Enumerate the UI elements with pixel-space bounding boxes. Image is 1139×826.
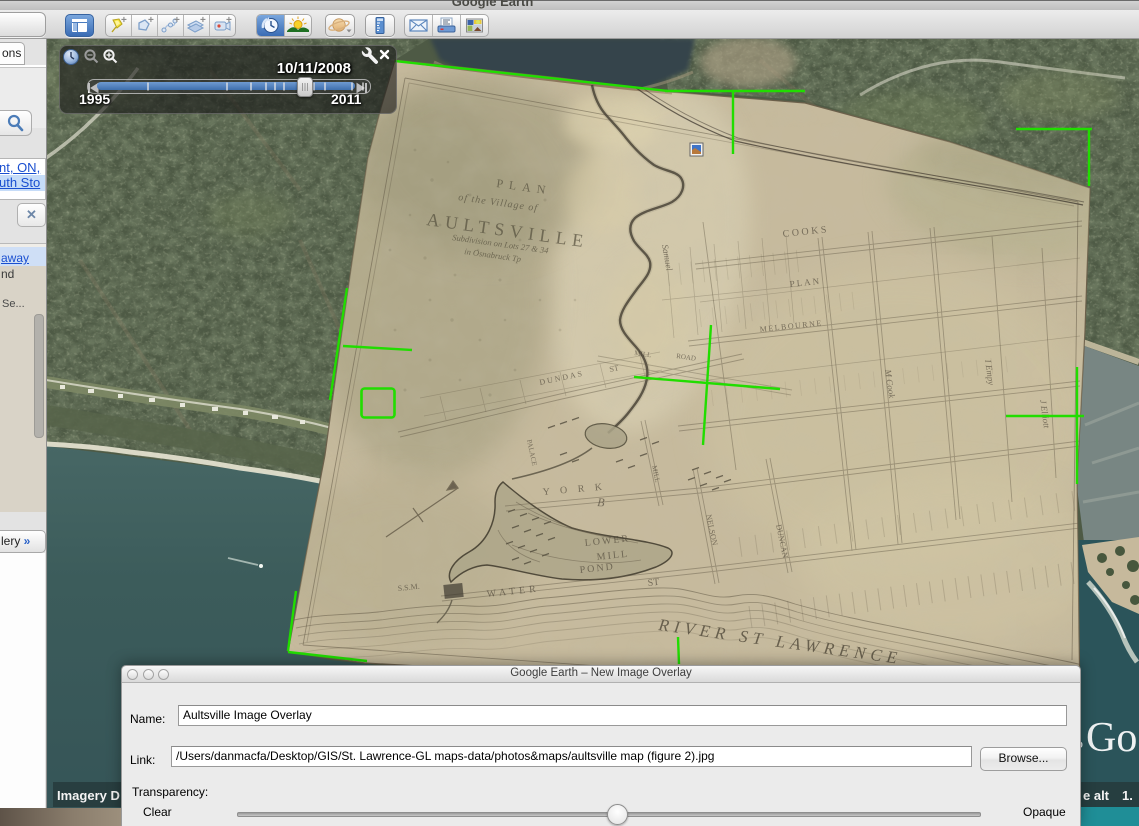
svg-text:ST: ST xyxy=(647,577,660,589)
svg-text:e alt: e alt xyxy=(1083,788,1110,803)
svg-text:+: + xyxy=(121,15,127,26)
svg-text:+: + xyxy=(148,15,154,26)
svg-text:+: + xyxy=(226,15,232,26)
svg-text:+: + xyxy=(174,15,180,26)
svg-text:ST: ST xyxy=(609,363,620,374)
svg-text:+: + xyxy=(200,15,206,26)
svg-text:Google: Google xyxy=(1086,715,1139,761)
svg-text:Imagery D: Imagery D xyxy=(57,788,120,803)
svg-text:1.: 1. xyxy=(1122,788,1133,803)
